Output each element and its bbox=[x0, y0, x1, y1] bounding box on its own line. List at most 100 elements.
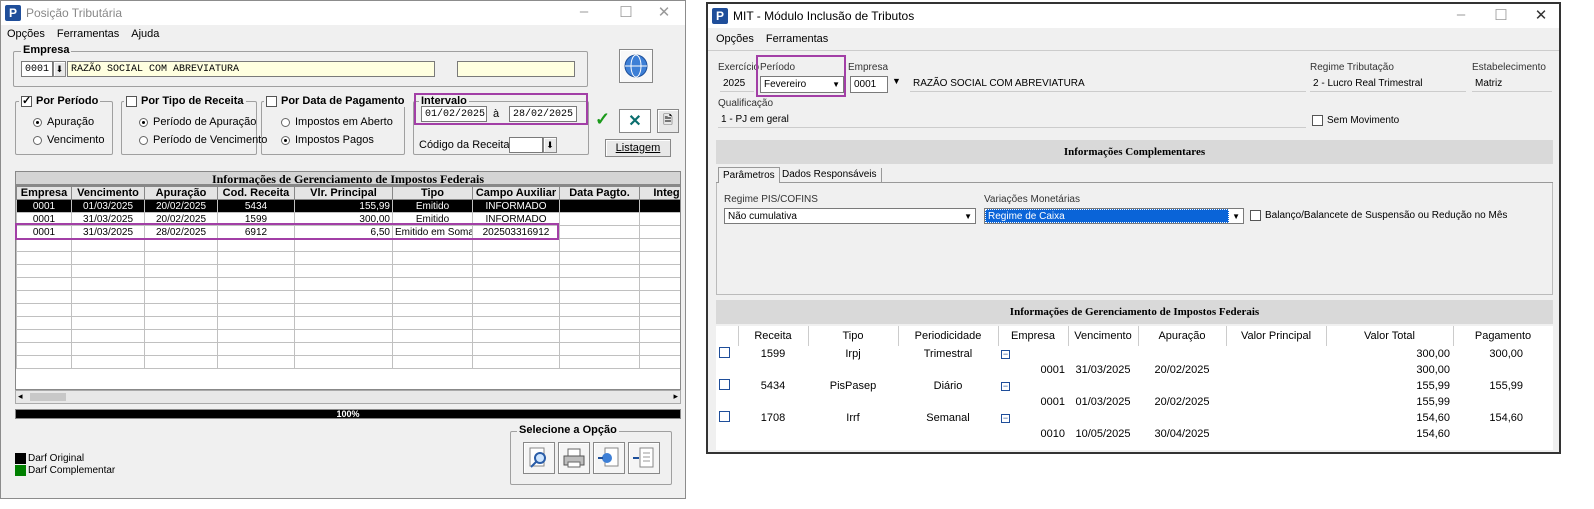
empresa-name-field[interactable]: RAZÃO SOCIAL COM ABREVIATURA bbox=[67, 61, 435, 77]
app-icon: P bbox=[5, 5, 21, 21]
menu-ajuda[interactable]: Ajuda bbox=[125, 28, 165, 40]
table-row[interactable]: 1599 Irpj Trimestral − 300,00 300,00 bbox=[716, 346, 1553, 362]
collapse-icon[interactable]: − bbox=[1001, 382, 1010, 391]
close-button[interactable]: ✕ bbox=[649, 3, 679, 21]
maximize-button[interactable]: ☐ bbox=[1486, 6, 1516, 24]
radio-off-icon bbox=[139, 135, 148, 145]
tipo-receita-checkbox[interactable]: Por Tipo de Receita bbox=[124, 95, 246, 107]
radio-impostos-aberto[interactable]: Impostos em Aberto bbox=[281, 116, 393, 128]
document-button[interactable]: 🗎 bbox=[657, 109, 679, 133]
preview-button[interactable] bbox=[523, 442, 555, 474]
globe-button[interactable] bbox=[619, 49, 653, 83]
col-empresa[interactable]: Empresa bbox=[998, 326, 1069, 346]
estabelecimento-label: Estabelecimento bbox=[1472, 62, 1546, 73]
row-checkbox[interactable] bbox=[719, 347, 730, 358]
cell bbox=[639, 212, 680, 226]
empresa-extra-field[interactable] bbox=[457, 61, 575, 77]
tab-parametros[interactable]: Parâmetros bbox=[718, 167, 780, 183]
data-pagamento-checkbox[interactable]: Por Data de Pagamento bbox=[264, 95, 407, 107]
col-valor-total[interactable]: Valor Total bbox=[1326, 326, 1454, 346]
listagem-button[interactable]: Listagem bbox=[605, 139, 671, 157]
codigo-lookup-button[interactable]: ⬇ bbox=[543, 137, 557, 153]
row-checkbox[interactable] bbox=[719, 411, 730, 422]
window-title: MIT - Módulo Inclusão de Tributos bbox=[733, 9, 915, 23]
table-row bbox=[16, 251, 680, 265]
col-vencimento[interactable]: Vencimento bbox=[1068, 326, 1139, 346]
col-data-pagto[interactable]: Data Pagto. bbox=[559, 186, 640, 200]
legend-darf-complementar: Darf Complementar bbox=[15, 464, 115, 476]
row-checkbox[interactable] bbox=[719, 379, 730, 390]
radio-periodo-vencimento[interactable]: Período de Vencimento bbox=[139, 134, 267, 146]
col-apuracao[interactable]: Apuração bbox=[144, 186, 218, 200]
codigo-receita-field[interactable] bbox=[509, 137, 543, 153]
col-integ[interactable]: Integ. bbox=[639, 186, 680, 200]
cell: 01/03/2025 bbox=[71, 199, 145, 213]
col-empresa[interactable]: Empresa bbox=[16, 186, 72, 200]
highlight-periodo bbox=[756, 55, 846, 97]
minimize-button[interactable]: – bbox=[569, 3, 599, 20]
maximize-button[interactable]: ☐ bbox=[611, 3, 641, 21]
table-row[interactable]: 5434 PisPasep Diário − 155,99 155,99 bbox=[716, 378, 1553, 394]
scroll-thumb[interactable] bbox=[30, 393, 66, 401]
confirm-icon[interactable]: ✓ bbox=[595, 109, 610, 130]
scroll-right-icon[interactable]: ▸ bbox=[673, 391, 678, 402]
radio-vencimento[interactable]: Vencimento bbox=[33, 134, 104, 146]
cell bbox=[639, 225, 680, 239]
table-row[interactable]: 1708 Irrf Semanal − 154,60 154,60 bbox=[716, 410, 1553, 426]
excel-button[interactable]: ✕ bbox=[619, 109, 651, 133]
exercicio-field[interactable]: 2025 bbox=[720, 76, 754, 92]
close-button[interactable]: ✕ bbox=[1526, 6, 1556, 24]
minimize-button[interactable]: – bbox=[1446, 6, 1476, 23]
col-vlr-principal[interactable]: Vlr. Principal bbox=[294, 186, 393, 200]
col-apuracao[interactable]: Apuração bbox=[1138, 326, 1227, 346]
document-export-button[interactable] bbox=[628, 442, 660, 474]
tab-dados-responsaveis[interactable]: Dados Responsáveis bbox=[778, 168, 882, 183]
collapse-icon[interactable]: − bbox=[1001, 414, 1010, 423]
col-cod-receita[interactable]: Cod. Receita bbox=[217, 186, 295, 200]
menu-opcoes[interactable]: Opções bbox=[1, 28, 51, 40]
empresa-code-field[interactable]: 0001 bbox=[21, 61, 53, 77]
tipo-receita-group bbox=[121, 101, 257, 155]
radio-periodo-apuracao[interactable]: Período de Apuração bbox=[139, 116, 256, 128]
col-pagamento[interactable]: Pagamento bbox=[1453, 326, 1553, 346]
radio-apuracao[interactable]: Apuração bbox=[33, 116, 94, 128]
table-subrow[interactable]: 0001 31/03/2025 20/02/2025 300,00 bbox=[716, 362, 1553, 378]
col-tipo[interactable]: Tipo bbox=[392, 186, 473, 200]
codigo-receita-label: Código da Receita: bbox=[419, 139, 513, 151]
radio-impostos-pagos[interactable]: Impostos Pagos bbox=[281, 134, 374, 146]
empresa-dropdown-icon[interactable]: ▼ bbox=[892, 76, 901, 86]
radio-off-icon bbox=[281, 117, 290, 127]
cell: 154,60 bbox=[1416, 412, 1450, 424]
collapse-icon[interactable]: − bbox=[1001, 350, 1010, 359]
cell: 0001 bbox=[1040, 396, 1065, 408]
impostos-table: Empresa Vencimento Apuração Cod. Receita… bbox=[16, 186, 680, 369]
table-row bbox=[16, 277, 680, 291]
menu-ferramentas[interactable]: Ferramentas bbox=[760, 33, 834, 45]
scroll-left-icon[interactable]: ◂ bbox=[18, 391, 23, 402]
col-vencimento[interactable]: Vencimento bbox=[71, 186, 145, 200]
col-tipo[interactable]: Tipo bbox=[808, 326, 899, 346]
col-periodicidade[interactable]: Periodicidade bbox=[898, 326, 999, 346]
cell: 155,99 bbox=[1416, 380, 1450, 392]
print-button[interactable] bbox=[558, 442, 590, 474]
menu-ferramentas[interactable]: Ferramentas bbox=[51, 28, 125, 40]
table-subrow[interactable]: 0010 10/05/2025 30/04/2025 154,60 bbox=[716, 426, 1553, 442]
table-row bbox=[16, 316, 680, 330]
col-valor-principal[interactable]: Valor Principal bbox=[1226, 326, 1327, 346]
col-receita[interactable]: Receita bbox=[738, 326, 809, 346]
horizontal-scrollbar[interactable]: ◂ ▸ bbox=[15, 390, 681, 404]
sem-movimento-checkbox[interactable]: Sem Movimento bbox=[1312, 115, 1399, 126]
table-subrow[interactable]: 0001 01/03/2025 20/02/2025 155,99 bbox=[716, 394, 1553, 410]
empresa-lookup-button[interactable]: ⬇ bbox=[53, 61, 66, 77]
cell: Emitido bbox=[392, 199, 473, 213]
periodo-checkbox[interactable]: Por Período bbox=[19, 94, 101, 107]
table-row[interactable]: 0001 01/03/2025 20/02/2025 5434 155,99 Emitid… bbox=[16, 199, 680, 213]
cell bbox=[559, 212, 640, 226]
empresa-code-field[interactable]: 0001 bbox=[850, 76, 888, 93]
cell: INFORMADO bbox=[472, 199, 560, 213]
col-campo-auxiliar[interactable]: Campo Auxiliar bbox=[472, 186, 560, 200]
export-button[interactable] bbox=[593, 442, 625, 474]
grid-title: Informações de Gerenciamento de Impostos… bbox=[15, 171, 681, 186]
menu-opcoes[interactable]: Opções bbox=[708, 33, 760, 45]
cell: 5434 bbox=[217, 199, 295, 213]
